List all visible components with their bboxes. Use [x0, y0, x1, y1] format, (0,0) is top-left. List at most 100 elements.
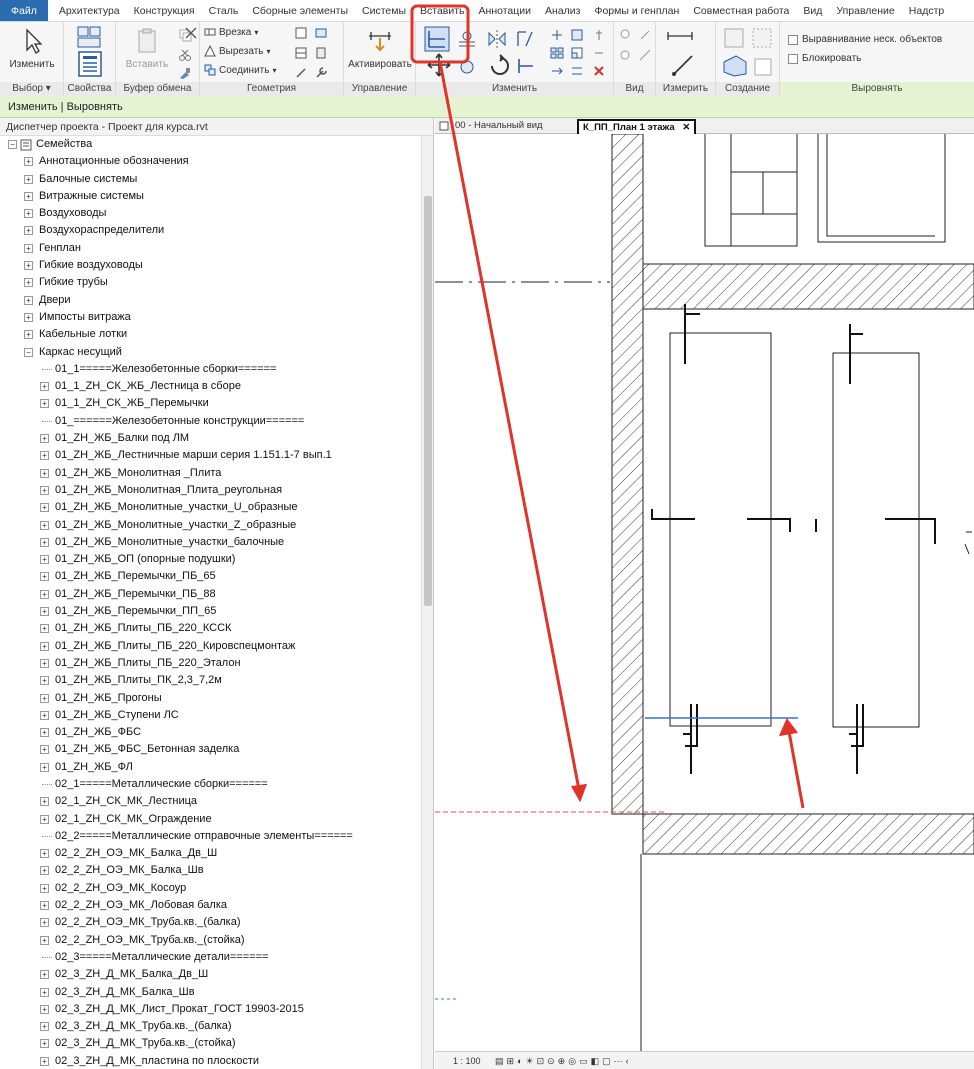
tree-root[interactable]: − Семейства [0, 136, 433, 153]
expand-icon[interactable]: + [40, 797, 49, 807]
tree-item[interactable]: +01_ZH_ЖБ_ОП (опорные подушки) [0, 551, 433, 568]
expand-icon[interactable]: + [24, 157, 33, 167]
menu-tab-2[interactable]: Конструкция [127, 0, 202, 21]
tree-item[interactable]: +01_1_ZH_СК_ЖБ_Перемычки [0, 395, 433, 412]
remove-paint-icon[interactable] [294, 66, 308, 80]
expand-icon[interactable]: + [40, 434, 49, 444]
measure-icon[interactable] [666, 28, 698, 44]
expand-icon[interactable]: + [40, 676, 49, 686]
expand-icon[interactable]: + [40, 814, 49, 824]
tree-item[interactable]: +02_3_ZH_Д_МК_Труба.кв._(стойка) [0, 1035, 433, 1052]
tree-item[interactable]: +02_1_ZH_СК_МК_Ограждение [0, 811, 433, 828]
tree-item[interactable]: +02_2_ZH_ОЭ_МК_Косоур [0, 880, 433, 897]
tree-item[interactable]: +02_2_ZH_ОЭ_МК_Балка_Дв_Ш [0, 845, 433, 862]
tree-item[interactable]: +01_ZH_ЖБ_Плиты_ПК_2,3_7,2м [0, 672, 433, 689]
cope-button[interactable]: Врезка ▾ [204, 26, 258, 38]
override-icon[interactable] [638, 28, 652, 42]
expand-icon[interactable]: + [40, 987, 49, 997]
delete-icon[interactable] [592, 64, 606, 78]
group-label-select[interactable]: Выбор ▾ [0, 82, 63, 96]
properties-icon[interactable] [76, 50, 104, 78]
expand-icon[interactable]: + [24, 226, 33, 236]
expand-icon[interactable]: + [40, 641, 49, 651]
type-properties-icon[interactable] [76, 25, 102, 49]
expand-icon[interactable]: + [40, 849, 49, 859]
mirror-axis-icon[interactable] [486, 28, 508, 50]
expand-icon[interactable]: + [40, 970, 49, 980]
menu-tab-12[interactable]: Управление [829, 0, 901, 21]
view-controls-icons[interactable]: ▤⊞◐☀⊡⊙⊕◎▭◧▢⋯‹ [495, 1056, 632, 1066]
menu-tab-7[interactable]: Аннотации [472, 0, 539, 21]
tree-item[interactable]: + Воздуховоды [0, 205, 433, 222]
linework-icon[interactable] [638, 48, 652, 62]
menu-tab-4[interactable]: Сборные элементы [245, 0, 355, 21]
expand-icon[interactable]: + [40, 935, 49, 945]
scale-label[interactable]: 1 : 100 [453, 1056, 481, 1066]
expand-icon[interactable]: + [40, 728, 49, 738]
tree-item[interactable]: +01_ZH_ЖБ_Перемычки_ПП_65 [0, 603, 433, 620]
expand-icon[interactable]: + [40, 1022, 49, 1032]
tree-item[interactable]: +01_ZH_ЖБ_Плиты_ПБ_220_КССК [0, 620, 433, 637]
tree-item[interactable]: +01_ZH_ЖБ_Прогоны [0, 690, 433, 707]
checkbox-box[interactable] [788, 34, 798, 45]
tree-item[interactable]: +01_ZH_ЖБ_Монолитные_участки_U_образные [0, 499, 433, 516]
tree-item[interactable]: + Аннотационные обозначения [0, 153, 433, 170]
expand-icon[interactable]: + [40, 451, 49, 461]
bulb-icon[interactable] [618, 28, 632, 42]
menu-tab-1[interactable]: Архитектура [52, 0, 127, 21]
menu-tab-0[interactable]: Файл [0, 0, 48, 21]
offset-icon[interactable] [456, 28, 478, 50]
rotate-icon[interactable] [488, 54, 512, 78]
scrollbar-thumb[interactable] [424, 196, 432, 606]
create-parts-icon[interactable] [722, 54, 748, 78]
tree-item[interactable]: + Кабельные лотки [0, 326, 433, 343]
tree-item[interactable]: + Генплан [0, 240, 433, 257]
tree-item[interactable]: − Каркас несущий [0, 344, 433, 361]
extend-multiple-icon[interactable] [570, 64, 584, 78]
expand-icon[interactable]: + [40, 1056, 49, 1066]
expand-icon[interactable]: + [40, 866, 49, 876]
menu-tab-11[interactable]: Вид [796, 0, 829, 21]
expand-icon[interactable]: + [40, 503, 49, 513]
tree-item[interactable]: + Импосты витража [0, 309, 433, 326]
expand-icon[interactable]: + [40, 537, 49, 547]
expand-icon[interactable]: + [40, 883, 49, 893]
tree-item[interactable]: +02_2_ZH_ОЭ_МК_Балка_Шв [0, 862, 433, 879]
tree-item[interactable]: +01_ZH_ЖБ_Ступени ЛС [0, 707, 433, 724]
pin-icon[interactable] [592, 28, 606, 42]
dimension-icon[interactable] [670, 52, 696, 78]
expand-icon[interactable]: + [24, 295, 33, 305]
menu-tab-6[interactable]: Вставить [413, 0, 472, 21]
unpin-icon[interactable] [592, 46, 606, 60]
expand-icon[interactable]: + [24, 209, 33, 219]
expand-icon[interactable]: + [40, 468, 49, 478]
checkbox-box[interactable] [788, 53, 798, 64]
expand-icon[interactable]: + [40, 399, 49, 409]
activate-button[interactable]: Активировать [346, 26, 414, 70]
tree-item[interactable]: +02_2_ZH_ОЭ_МК_Лобовая балка [0, 897, 433, 914]
expand-icon[interactable]: + [24, 330, 33, 340]
expand-icon[interactable]: + [40, 762, 49, 772]
tree-item[interactable]: +02_3_ZH_Д_МК_Балка_Шв [0, 984, 433, 1001]
tree-item[interactable]: +01_ZH_ЖБ_Монолитная_Плита_реугольная [0, 482, 433, 499]
tree-item[interactable]: +01_ZH_ЖБ_ФЛ [0, 759, 433, 776]
tree-item[interactable]: + Воздухораспределители [0, 222, 433, 239]
tree-item[interactable]: +02_2_ZH_ОЭ_МК_Труба.кв._(стойка) [0, 932, 433, 949]
tree-item[interactable]: +01_ZH_ЖБ_Монолитные_участки_балочные [0, 534, 433, 551]
collapse-icon[interactable]: − [24, 347, 33, 357]
tab-start-view[interactable]: 00 - Начальный вид [451, 119, 547, 134]
trim-icon[interactable] [570, 28, 584, 42]
tree-item[interactable]: 02_3=====Металлические детали====== [0, 949, 433, 966]
expand-icon[interactable]: + [40, 693, 49, 703]
close-tab-icon[interactable]: ✕ [682, 122, 690, 133]
browser-scrollbar[interactable] [421, 136, 433, 1069]
expand-icon[interactable]: + [40, 382, 49, 392]
tree-item[interactable]: +02_3_ZH_Д_МК_Балка_Дв_Ш [0, 966, 433, 983]
tree-item[interactable]: + Витражные системы [0, 188, 433, 205]
tree-item[interactable]: +01_ZH_ЖБ_Плиты_ПБ_220_Кировспецмонтаж [0, 638, 433, 655]
tree-item[interactable]: +01_ZH_ЖБ_Монолитная _Плита [0, 465, 433, 482]
cut-geometry-button[interactable]: Вырезать ▾ [204, 45, 271, 57]
expand-icon[interactable]: + [40, 918, 49, 928]
menu-tab-3[interactable]: Сталь [202, 0, 246, 21]
scale-icon[interactable] [570, 46, 584, 60]
